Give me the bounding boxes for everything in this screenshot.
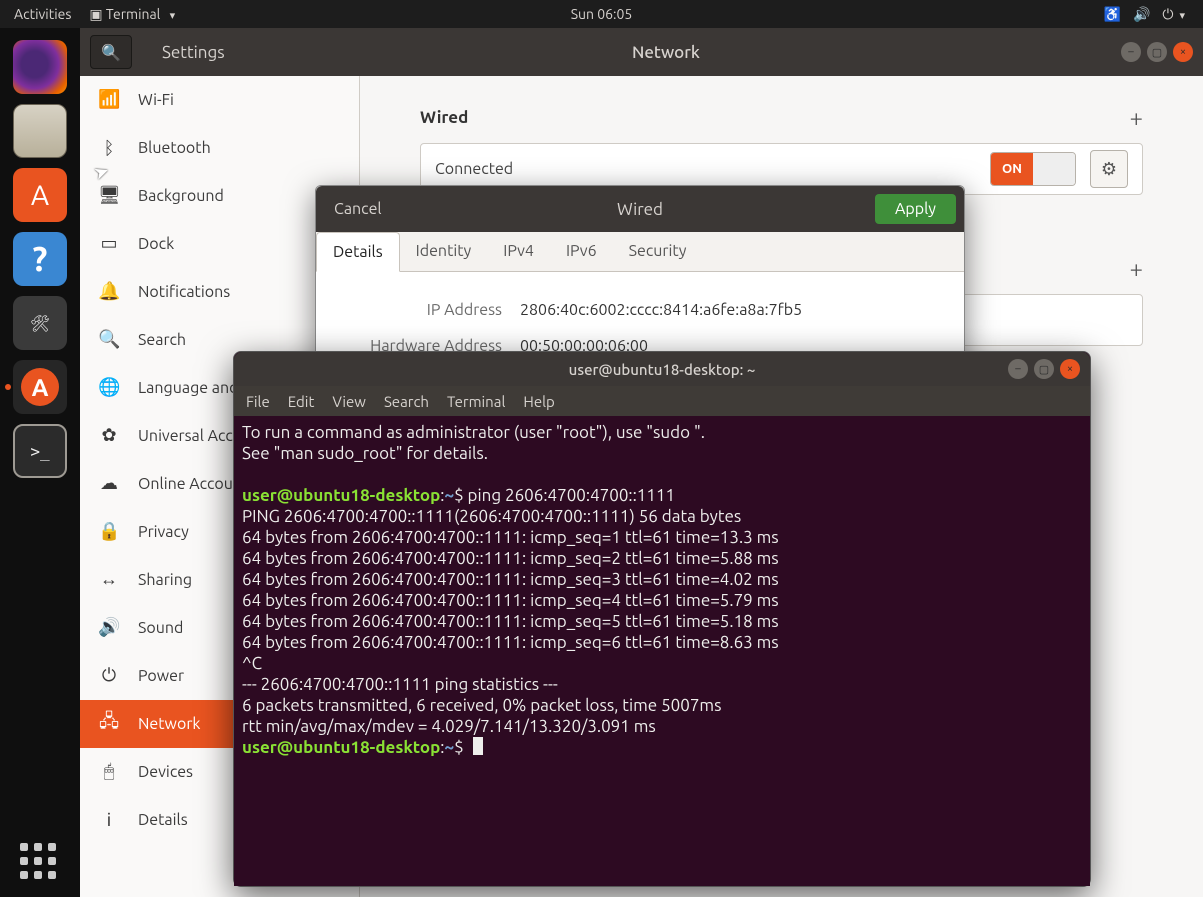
clock[interactable]: Sun 06:05 bbox=[571, 6, 633, 22]
settings-titlebar[interactable]: 🔍 Settings Network – ▢ × bbox=[80, 28, 1203, 76]
apply-button[interactable]: Apply bbox=[875, 194, 956, 224]
sidebar-item-icon: ✿ bbox=[98, 425, 120, 446]
dock-app-files[interactable] bbox=[13, 104, 67, 158]
sidebar-item-icon: ᛒ bbox=[98, 138, 120, 158]
maximize-button[interactable]: ▢ bbox=[1147, 42, 1167, 62]
sidebar-item-icon: 🔊 bbox=[98, 617, 120, 638]
sidebar-item-label: Sound bbox=[138, 619, 183, 637]
sidebar-item-icon: ⏻ bbox=[98, 665, 120, 686]
sidebar-item-icon: 🔒 bbox=[98, 521, 120, 542]
tab-security[interactable]: Security bbox=[613, 232, 703, 271]
wired-settings-button[interactable]: ⚙ bbox=[1090, 150, 1128, 188]
shopping-bag-icon: A bbox=[31, 180, 49, 211]
sidebar-item-label: Background bbox=[138, 187, 224, 205]
dock-app-software[interactable]: A bbox=[13, 168, 67, 222]
accessibility-icon[interactable]: ♿ bbox=[1104, 6, 1121, 23]
sidebar-item-label: Wi-Fi bbox=[138, 91, 174, 109]
terminal-cursor bbox=[473, 737, 483, 755]
terminal-output[interactable]: To run a command as administrator (user … bbox=[234, 416, 1090, 886]
search-icon: 🔍 bbox=[101, 43, 121, 62]
terminal-maximize-button[interactable]: ▢ bbox=[1034, 359, 1054, 379]
sidebar-item-label: Details bbox=[138, 811, 188, 829]
terminal-menu-file[interactable]: File bbox=[246, 393, 270, 410]
terminal-title: user@ubuntu18-desktop: ~ bbox=[569, 361, 756, 378]
sidebar-item-icon: ℹ bbox=[98, 808, 120, 832]
wired-toggle-off bbox=[1033, 153, 1075, 185]
power-icon[interactable]: ⏻ bbox=[1162, 6, 1185, 23]
wired-status-label: Connected bbox=[435, 160, 513, 178]
gnome-top-panel: Activities ▣ Terminal Sun 06:05 ♿ 🔊 ⏻ bbox=[0, 0, 1203, 28]
sidebar-item-icon: 🖧 bbox=[98, 709, 120, 739]
settings-window-controls: – ▢ × bbox=[1121, 42, 1203, 62]
sidebar-item-label: Bluetooth bbox=[138, 139, 211, 157]
terminal-window: user@ubuntu18-desktop: ~ – ▢ × File Edit V… bbox=[233, 351, 1091, 887]
ip-address-value: 2806:40c:6002:cccc:8414:a6fe:a8a:7fb5 bbox=[520, 301, 802, 319]
activities-button[interactable]: Activities bbox=[14, 6, 71, 22]
terminal-icon: ▣ bbox=[89, 6, 105, 22]
terminal-glyph-icon: >_ bbox=[30, 442, 49, 461]
gear-icon: ⚙ bbox=[1101, 159, 1117, 180]
terminal-menu-terminal[interactable]: Terminal bbox=[447, 393, 505, 410]
wired-toggle[interactable]: ON bbox=[990, 152, 1076, 186]
minimize-button[interactable]: – bbox=[1121, 42, 1141, 62]
sidebar-item-label: Dock bbox=[138, 235, 174, 253]
sidebar-item-icon: 🌐 bbox=[98, 377, 120, 398]
dock-app-settings-tools[interactable]: 🛠 bbox=[13, 296, 67, 350]
sidebar-item-label: Network bbox=[138, 715, 200, 733]
close-button[interactable]: × bbox=[1173, 42, 1193, 62]
ip-address-label: IP Address bbox=[342, 301, 502, 319]
wired-section-title: Wired bbox=[420, 108, 468, 127]
terminal-titlebar[interactable]: user@ubuntu18-desktop: ~ – ▢ × bbox=[234, 352, 1090, 386]
app-menu-label: Terminal bbox=[106, 6, 161, 22]
terminal-close-button[interactable]: × bbox=[1060, 359, 1080, 379]
dialog-titlebar[interactable]: Cancel Wired Apply bbox=[316, 186, 964, 232]
sidebar-item-wi-fi[interactable]: 📶 Wi-Fi bbox=[80, 76, 359, 124]
add-vpn-button[interactable]: + bbox=[1129, 255, 1143, 282]
dock-app-terminal[interactable]: >_ bbox=[13, 424, 67, 478]
sidebar-item-icon: ↔ bbox=[98, 569, 120, 590]
sidebar-item-bluetooth[interactable]: ᛒ Bluetooth bbox=[80, 124, 359, 172]
sidebar-item-icon: 🔍 bbox=[98, 329, 120, 350]
show-applications-button[interactable] bbox=[20, 843, 60, 879]
update-icon: A bbox=[21, 368, 59, 406]
app-menu[interactable]: ▣ Terminal bbox=[89, 6, 175, 23]
terminal-menu-edit[interactable]: Edit bbox=[288, 393, 315, 410]
sidebar-item-icon: 🖥 bbox=[98, 185, 120, 206]
dock-app-firefox[interactable] bbox=[13, 40, 67, 94]
sidebar-item-icon: ▭ bbox=[98, 233, 120, 254]
dock-app-updater[interactable]: A bbox=[13, 360, 67, 414]
dialog-title: Wired bbox=[617, 200, 663, 219]
tab-ipv6[interactable]: IPv6 bbox=[550, 232, 613, 271]
sidebar-item-label: Notifications bbox=[138, 283, 230, 301]
settings-search-button[interactable]: 🔍 bbox=[90, 35, 132, 69]
terminal-menu-search[interactable]: Search bbox=[384, 393, 429, 410]
settings-title-left: Settings bbox=[162, 43, 225, 62]
tab-details[interactable]: Details bbox=[316, 232, 400, 272]
wired-toggle-on-label: ON bbox=[991, 153, 1033, 185]
terminal-menu-help[interactable]: Help bbox=[523, 393, 554, 410]
terminal-menu-view[interactable]: View bbox=[332, 393, 366, 410]
tab-ipv4[interactable]: IPv4 bbox=[487, 232, 550, 271]
tab-identity[interactable]: Identity bbox=[400, 232, 488, 271]
sidebar-item-label: Power bbox=[138, 667, 184, 685]
sidebar-item-icon: 🖱 bbox=[98, 761, 120, 782]
dock-app-help[interactable]: ? bbox=[13, 232, 67, 286]
sidebar-item-icon: ☁ bbox=[98, 473, 120, 494]
terminal-minimize-button[interactable]: – bbox=[1008, 359, 1028, 379]
terminal-menubar: File Edit View Search Terminal Help bbox=[234, 386, 1090, 416]
running-indicator bbox=[5, 384, 11, 390]
sidebar-item-label: Devices bbox=[138, 763, 193, 781]
sidebar-item-icon: 📶 bbox=[98, 89, 120, 110]
sidebar-item-label: Privacy bbox=[138, 523, 189, 541]
sidebar-item-label: Sharing bbox=[138, 571, 192, 589]
settings-title-center: Network bbox=[632, 43, 700, 62]
volume-icon[interactable]: 🔊 bbox=[1133, 6, 1150, 23]
sidebar-item-label: Search bbox=[138, 331, 186, 349]
cancel-button[interactable]: Cancel bbox=[316, 200, 400, 218]
dialog-tabs: DetailsIdentityIPv4IPv6Security bbox=[316, 232, 964, 272]
add-wired-button[interactable]: + bbox=[1129, 104, 1143, 131]
ubuntu-dock: A ? 🛠 A >_ bbox=[0, 28, 80, 897]
sidebar-item-icon: 🔔 bbox=[98, 281, 120, 302]
